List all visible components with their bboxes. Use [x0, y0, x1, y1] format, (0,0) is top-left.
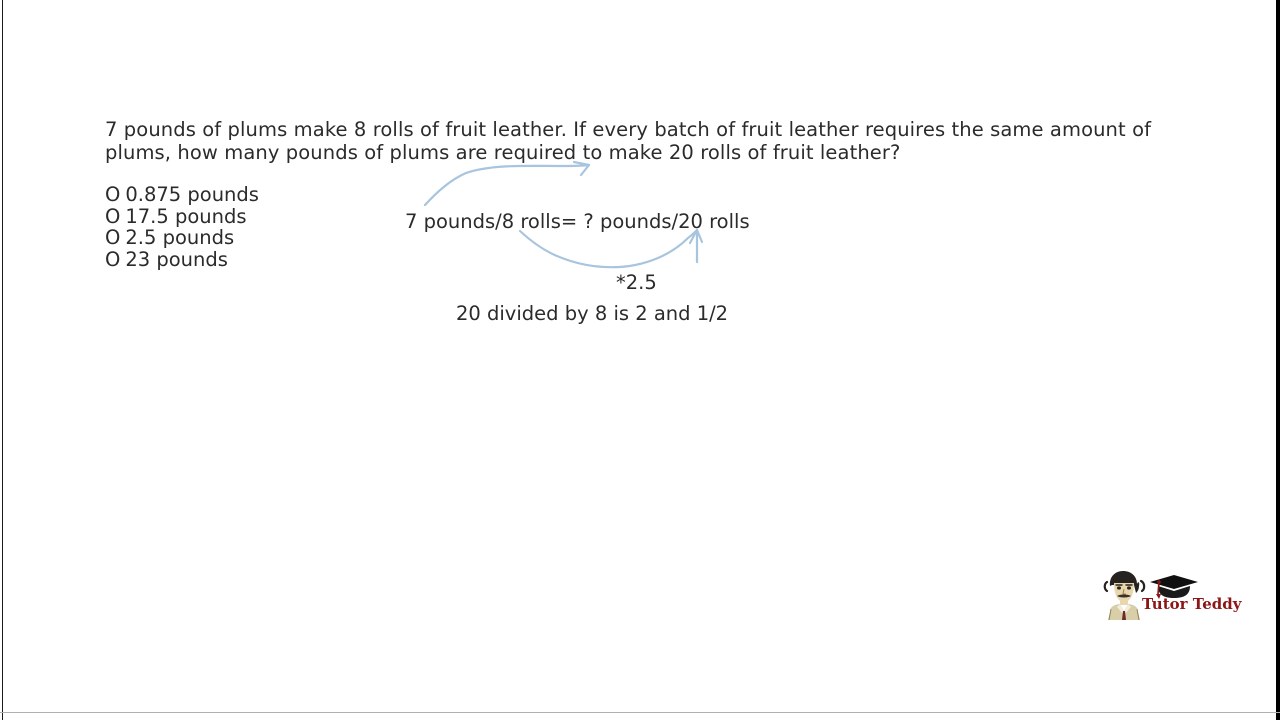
arrow-to-20-rolls-stroke — [423, 163, 591, 207]
choice-bullet-icon: O — [105, 247, 121, 271]
bottom-edge-rule — [0, 712, 1280, 713]
ink-annotation-layer — [423, 160, 704, 269]
choice-bullet-icon: O — [105, 226, 121, 249]
answer-choice-4[interactable]: O 23 pounds — [105, 247, 259, 271]
answer-choice-label: 17.5 pounds — [125, 204, 247, 228]
answer-choice-label: 23 pounds — [125, 247, 228, 271]
right-edge-bar — [1276, 0, 1280, 720]
answer-choice-2[interactable]: O 17.5 pounds — [105, 204, 259, 228]
answer-choice-1[interactable]: O 0.875 pounds — [105, 184, 259, 206]
division-note: 20 divided by 8 is 2 and 1/2 — [456, 302, 729, 325]
slide-canvas: 7 pounds of plums make 8 rolls of fruit … — [0, 0, 1280, 720]
choice-bullet-icon: O — [105, 204, 121, 228]
multiplier-annotation: *2.5 — [616, 271, 657, 294]
answer-choice-label: 0.875 pounds — [125, 183, 259, 206]
einstein-portrait-icon — [1103, 571, 1146, 620]
answer-choice-label: 2.5 pounds — [125, 226, 235, 249]
question-text: 7 pounds of plums make 8 rolls of fruit … — [105, 118, 1152, 164]
choice-bullet-icon: O — [105, 183, 121, 206]
tutor-teddy-logo[interactable]: Tutor Teddy — [1098, 568, 1241, 620]
left-edge-rule — [2, 0, 3, 720]
arrow-8-to-20-rolls-stroke — [518, 228, 699, 269]
answer-choice-list: O 0.875 pounds O 17.5 pounds O 2.5 pounds O… — [105, 184, 259, 270]
answer-choice-3[interactable]: O 2.5 pounds — [105, 227, 259, 249]
logo-wordmark: Tutor Teddy — [1142, 595, 1242, 613]
proportion-equation: 7 pounds/8 rolls= ? pounds/20 rolls — [405, 210, 750, 233]
